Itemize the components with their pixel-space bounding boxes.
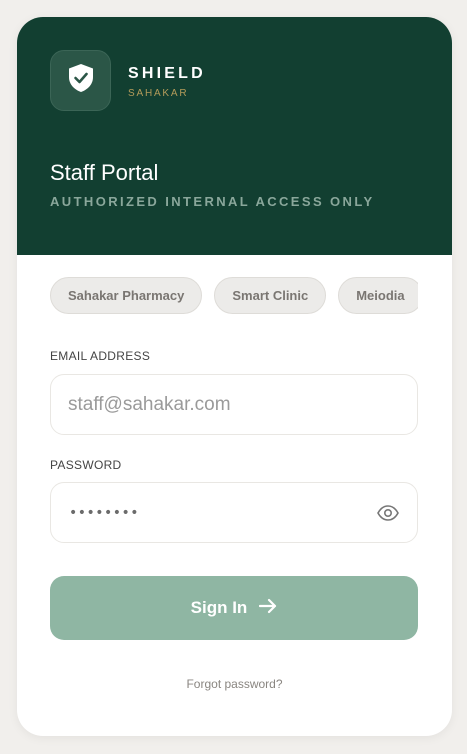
page-subtitle: AUTHORIZED INTERNAL ACCESS ONLY: [50, 194, 375, 209]
chip-smart-clinic[interactable]: Smart Clinic: [214, 277, 327, 314]
brand-subtitle: SAHAKAR: [128, 88, 189, 99]
password-field[interactable]: ••••••••: [50, 482, 418, 543]
logo-badge: [50, 50, 111, 111]
eye-icon[interactable]: [376, 502, 400, 524]
sign-in-label: Sign In: [190, 598, 248, 617]
login-card: SHIELD SAHAKAR Staff Portal AUTHORIZED I…: [17, 17, 452, 736]
email-field[interactable]: [68, 375, 368, 434]
forgot-password-link[interactable]: Forgot password?: [17, 677, 452, 691]
brand-name: SHIELD: [128, 65, 206, 82]
card-header: SHIELD SAHAKAR Staff Portal AUTHORIZED I…: [17, 17, 452, 255]
shield-check-icon: [67, 63, 95, 98]
sign-in-button[interactable]: Sign In: [50, 576, 418, 640]
organization-chips: Sahakar Pharmacy Smart Clinic Meiodia: [50, 277, 418, 314]
password-masked-value: ••••••••: [69, 505, 140, 521]
password-label: PASSWORD: [50, 458, 122, 472]
chip-meiodia[interactable]: Meiodia: [338, 277, 418, 314]
page-title: Staff Portal: [50, 160, 159, 185]
arrow-right-icon: [259, 598, 277, 619]
email-field-container: [50, 374, 418, 435]
chip-sahakar-pharmacy[interactable]: Sahakar Pharmacy: [50, 277, 203, 314]
email-label: EMAIL ADDRESS: [50, 349, 151, 363]
